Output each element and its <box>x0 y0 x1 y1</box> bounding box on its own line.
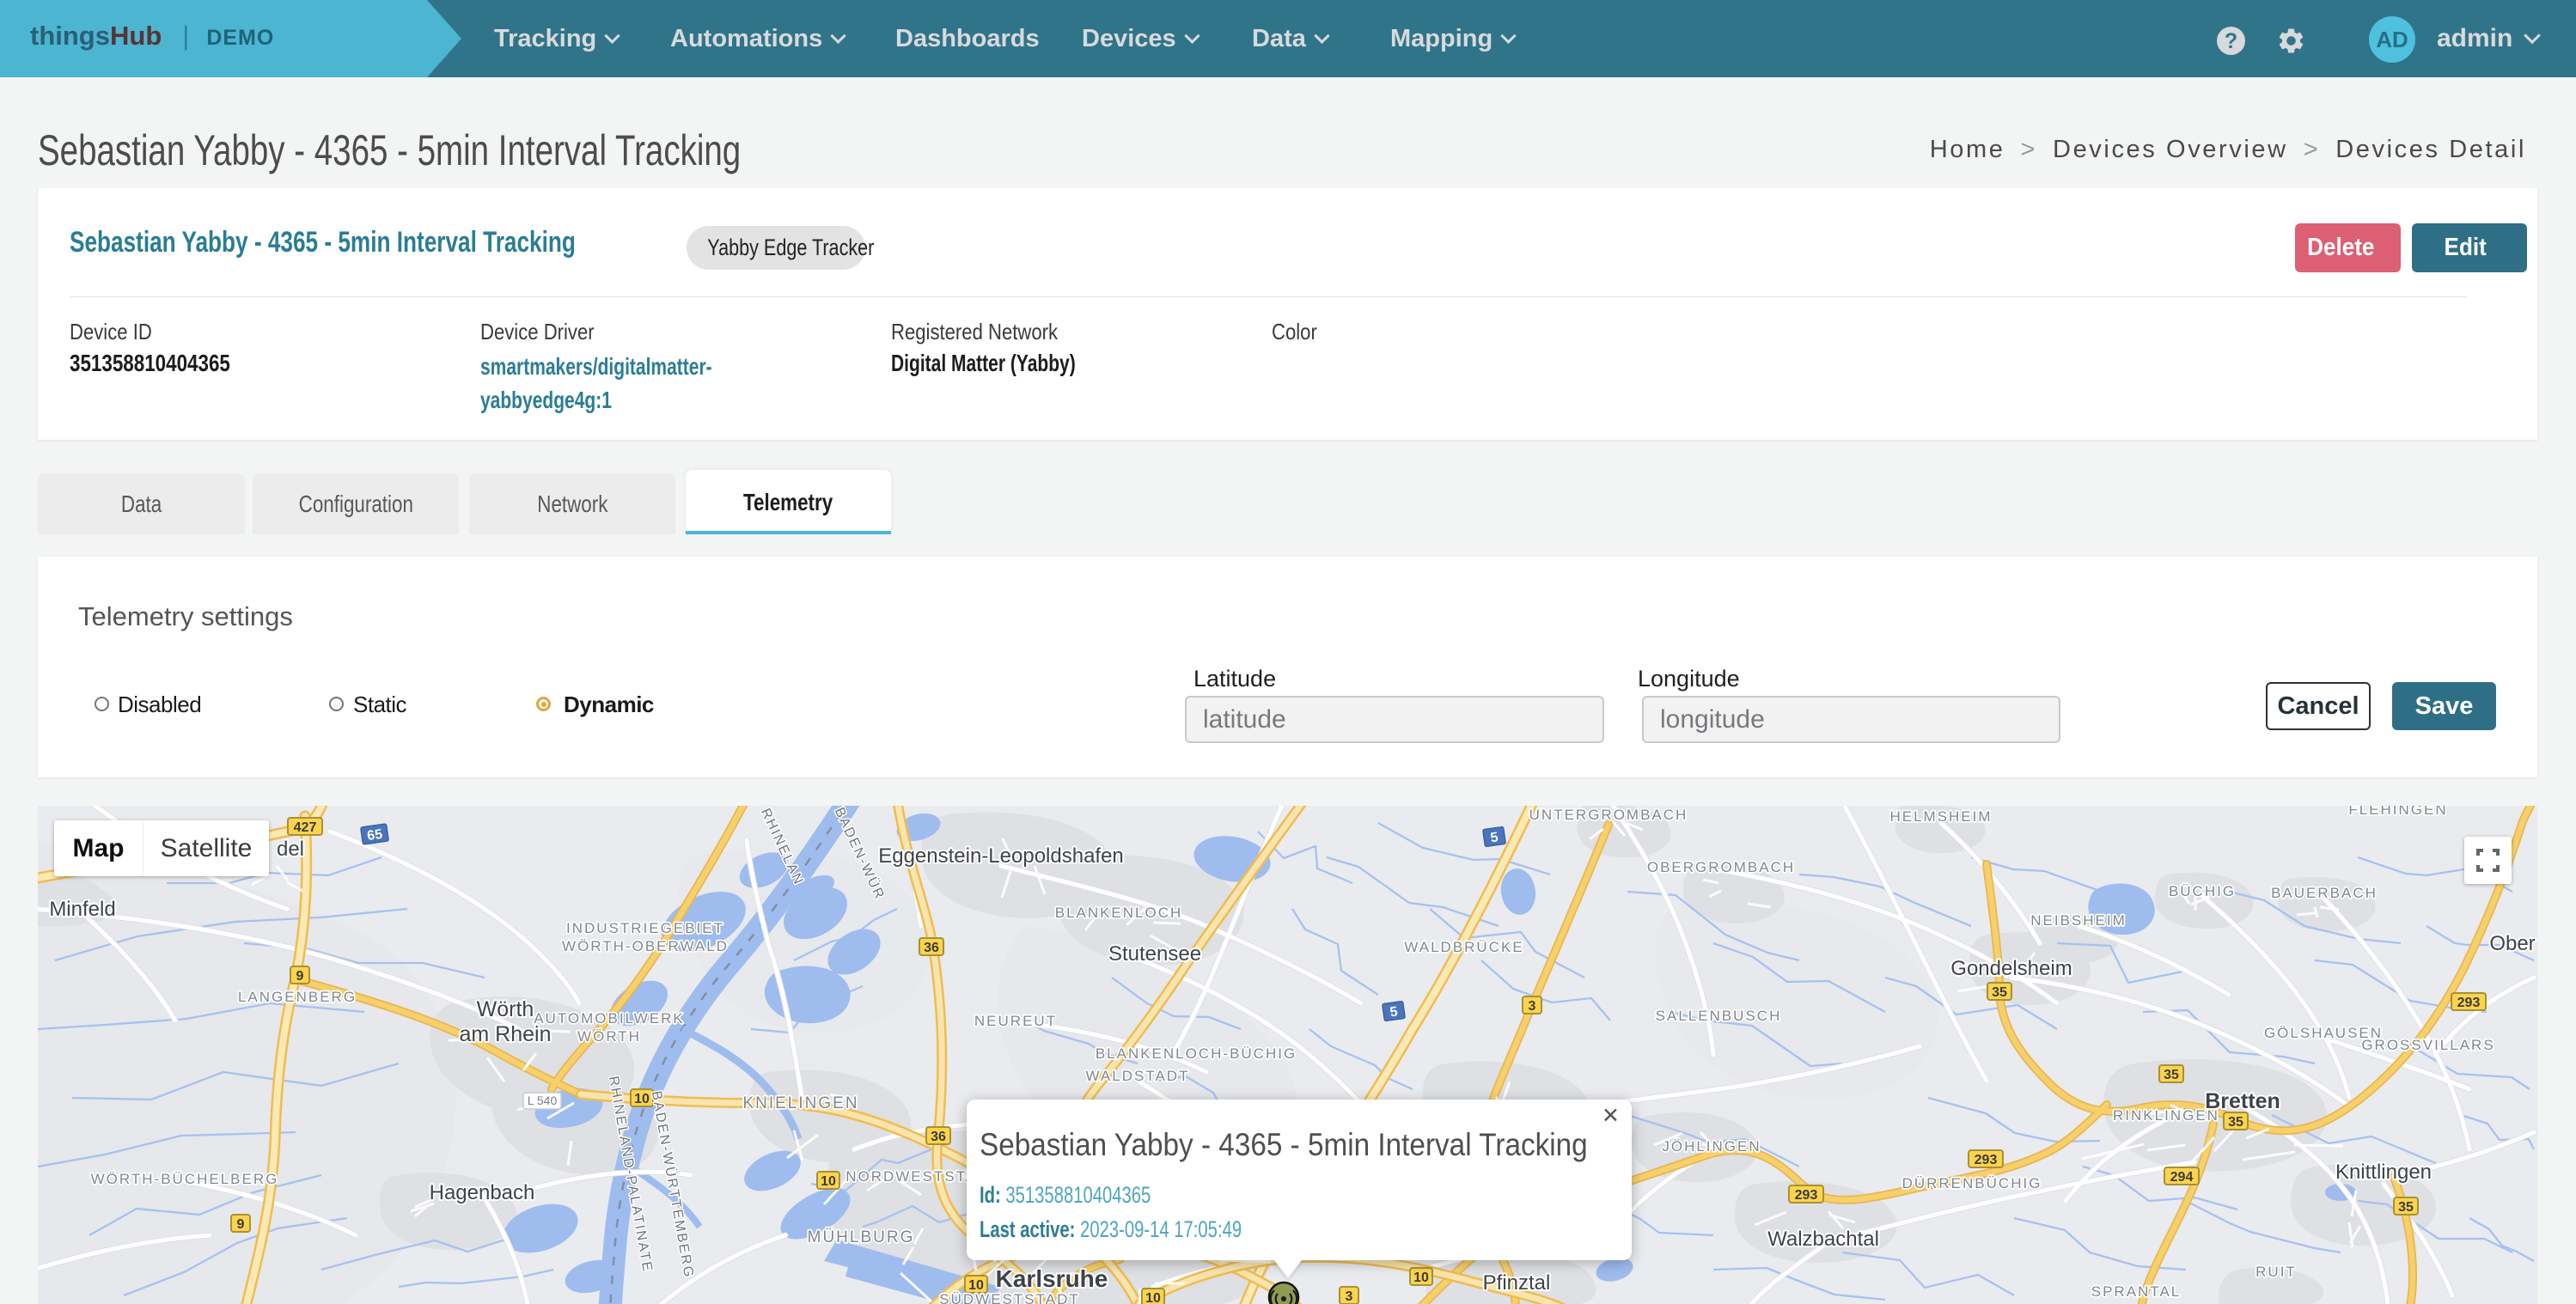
svg-text:10: 10 <box>1413 1270 1429 1285</box>
svg-text:10: 10 <box>821 1174 836 1189</box>
svg-text:KNIELINGEN: KNIELINGEN <box>742 1094 858 1112</box>
svg-text:Wörth: Wörth <box>477 997 534 1021</box>
svg-text:Eggenstein-Leopoldshafen: Eggenstein-Leopoldshafen <box>878 844 1124 868</box>
svg-text:35: 35 <box>2398 1200 2414 1215</box>
svg-text:SÜDWESTSTADT: SÜDWESTSTADT <box>939 1291 1079 1304</box>
svg-text:UNTERGROMBACH: UNTERGROMBACH <box>1529 807 1688 823</box>
svg-text:Gondelsheim: Gondelsheim <box>1950 957 2072 980</box>
svg-text:WÖRTH: WÖRTH <box>577 1028 641 1045</box>
svg-text:Hagenbach: Hagenbach <box>430 1181 535 1204</box>
svg-text:MÜHLBURG: MÜHLBURG <box>808 1228 915 1246</box>
svg-text:INDUSTRIEGEBIET: INDUSTRIEGEBIET <box>566 920 724 936</box>
svg-text:294: 294 <box>2170 1170 2194 1185</box>
svg-text:JÖHLINGEN: JÖHLINGEN <box>1662 1138 1761 1155</box>
svg-text:DÜRRENBÜCHIG: DÜRRENBÜCHIG <box>1902 1175 2042 1191</box>
svg-text:del: del <box>277 838 304 861</box>
svg-text:LANGENBERG: LANGENBERG <box>238 989 357 1005</box>
svg-text:10: 10 <box>634 1092 650 1106</box>
svg-text:HELMSHEIM: HELMSHEIM <box>1889 808 1992 825</box>
svg-text:36: 36 <box>924 941 939 955</box>
svg-text:RUIT: RUIT <box>2256 1264 2297 1280</box>
svg-text:35: 35 <box>2228 1115 2243 1130</box>
svg-text:293: 293 <box>1975 1153 1998 1167</box>
svg-text:NEIBSHEIM: NEIBSHEIM <box>2030 912 2127 929</box>
svg-text:GROSSVILLARS: GROSSVILLARS <box>2361 1037 2494 1053</box>
svg-text:36: 36 <box>931 1130 946 1144</box>
svg-text:WALDSTADT: WALDSTADT <box>1086 1068 1190 1084</box>
svg-text:10: 10 <box>1145 1291 1161 1304</box>
svg-text:WÖRTH-OBERWALD: WÖRTH-OBERWALD <box>562 938 729 954</box>
svg-text:65: 65 <box>366 827 383 844</box>
svg-text:FLEHINGEN: FLEHINGEN <box>2348 806 2447 818</box>
svg-text:BLANKENLOCH: BLANKENLOCH <box>1055 905 1183 921</box>
svg-text:427: 427 <box>294 820 317 835</box>
svg-text:293: 293 <box>2457 996 2481 1010</box>
svg-text:BÜCHIG: BÜCHIG <box>2169 883 2236 899</box>
svg-text:BAUERBACH: BAUERBACH <box>2271 885 2378 901</box>
svg-text:35: 35 <box>1992 985 2007 1000</box>
svg-text:35: 35 <box>2164 1068 2179 1082</box>
svg-text:Walzbachtal: Walzbachtal <box>1767 1228 1879 1251</box>
svg-text:9: 9 <box>296 969 304 984</box>
svg-text:Karlsruhe: Karlsruhe <box>996 1265 1108 1292</box>
svg-text:SALLENBUSCH: SALLENBUSCH <box>1656 1008 1782 1024</box>
svg-text:WÖRTH-BÜCHELBERG: WÖRTH-BÜCHELBERG <box>91 1171 279 1187</box>
svg-text:BLANKENLOCH-BÜCHIG: BLANKENLOCH-BÜCHIG <box>1096 1045 1297 1062</box>
svg-text:L 540: L 540 <box>528 1094 558 1107</box>
svg-text:293: 293 <box>1795 1188 1818 1203</box>
svg-text:Pfinztal: Pfinztal <box>1483 1271 1551 1295</box>
svg-text:Knittlingen: Knittlingen <box>2335 1161 2432 1184</box>
svg-text:SPRANTAL: SPRANTAL <box>2091 1283 2182 1300</box>
svg-text:Stutensee: Stutensee <box>1108 942 1201 966</box>
svg-text:AUTOMOBILWERK: AUTOMOBILWERK <box>534 1010 685 1027</box>
svg-text:WALDBRÜCKE: WALDBRÜCKE <box>1404 939 1523 955</box>
svg-text:Ober: Ober <box>2489 932 2535 955</box>
svg-text:Minfeld: Minfeld <box>49 898 115 921</box>
svg-text:OBERGROMBACH: OBERGROMBACH <box>1647 859 1795 875</box>
svg-text:3: 3 <box>1346 1289 1353 1304</box>
svg-text:9: 9 <box>237 1217 245 1232</box>
svg-text:NEUREUT: NEUREUT <box>974 1013 1057 1029</box>
svg-text:3: 3 <box>1529 999 1536 1014</box>
svg-text:RINKLINGEN: RINKLINGEN <box>2113 1107 2219 1124</box>
